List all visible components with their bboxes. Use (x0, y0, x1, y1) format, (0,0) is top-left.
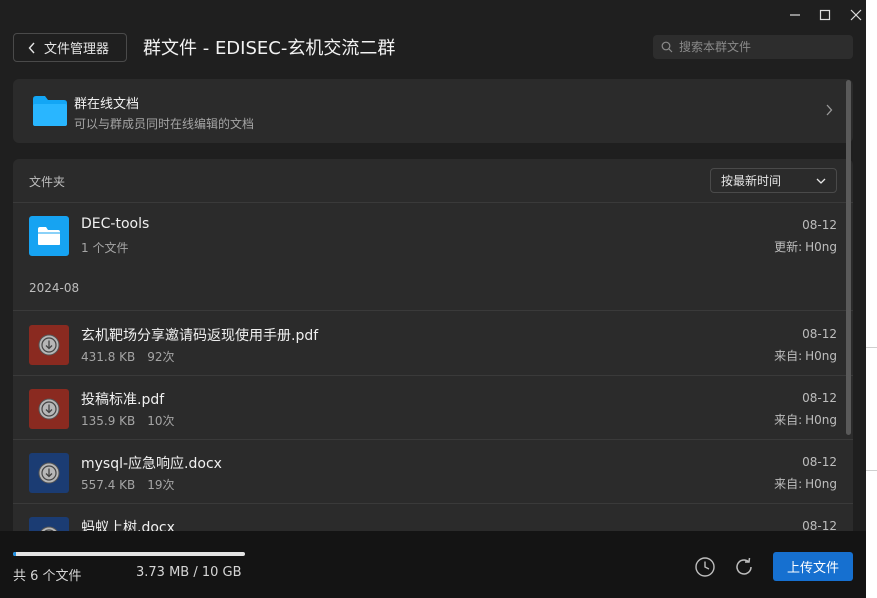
close-icon (850, 9, 862, 21)
search-input[interactable] (679, 40, 839, 54)
download-icon (38, 398, 60, 420)
folder-updated-by: 更新: H0ng (774, 238, 837, 255)
updated-label: 更新: (774, 240, 803, 254)
footer-bar: 共 6 个文件 3.73 MB / 10 GB 上传文件 (0, 531, 866, 598)
online-docs-card[interactable]: 群在线文档 可以与群成员同时在线编辑的文档 (13, 79, 853, 143)
page-title: 群文件 - EDISEC-玄机交流二群 (143, 38, 396, 59)
from-label: 来自: (774, 349, 803, 363)
folder-name: DEC-tools (81, 216, 150, 232)
background-window-edge (866, 0, 877, 598)
folder-icon (33, 96, 67, 126)
maximize-icon (819, 9, 831, 21)
folder-icon (29, 216, 69, 256)
clock-icon (695, 557, 715, 577)
file-name: 玄机靶场分享邀请码返现使用手册.pdf (81, 328, 319, 344)
scrollbar[interactable] (846, 80, 851, 435)
file-uploader: 来自: H0ng (774, 347, 837, 364)
file-date: 08-12 (802, 327, 837, 341)
docx-file-icon (29, 453, 69, 493)
file-row[interactable]: 玄机靶场分享邀请码返现使用手册.pdf 431.8 KB 92次 08-12 来自… (13, 311, 853, 375)
back-button-label: 文件管理器 (44, 42, 110, 57)
chevron-down-icon (816, 178, 826, 184)
back-to-file-manager-button[interactable]: 文件管理器 (13, 33, 127, 62)
file-size: 431.8 KB (81, 350, 136, 364)
download-icon (38, 462, 60, 484)
pdf-file-icon (29, 389, 69, 429)
sort-dropdown[interactable]: 按最新时间 (710, 168, 837, 193)
from-label: 来自: (774, 413, 803, 427)
file-uploader: 来自: H0ng (774, 475, 837, 492)
divider (866, 470, 877, 471)
group-date-header: 2024-08 (29, 281, 80, 295)
file-count: 共 6 个文件 (13, 569, 82, 584)
file-date: 08-12 (802, 519, 837, 531)
updated-by-name: H0ng (805, 240, 837, 254)
file-row[interactable]: 投稿标准.pdf 135.9 KB 10次 08-12 来自: H0ng (13, 375, 853, 439)
minimize-icon (790, 14, 800, 16)
file-date: 08-12 (802, 455, 837, 469)
divider (866, 347, 877, 348)
file-size: 557.4 KB (81, 478, 136, 492)
file-meta: 431.8 KB 92次 (81, 348, 175, 365)
online-docs-title: 群在线文档 (74, 97, 140, 112)
file-date: 08-12 (802, 391, 837, 405)
file-name: 投稿标准.pdf (81, 392, 165, 408)
folder-row[interactable]: DEC-tools 1 个文件 08-12 更新: H0ng (13, 202, 853, 266)
storage-usage: 3.73 MB / 10 GB (136, 565, 242, 580)
history-button[interactable] (694, 556, 716, 578)
online-docs-subtitle: 可以与群成员同时在线编辑的文档 (74, 117, 255, 131)
search-icon (661, 41, 673, 53)
file-name: 蚂蚁上树.docx (81, 520, 175, 531)
search-box[interactable] (653, 35, 853, 59)
uploader-name: H0ng (805, 413, 837, 427)
storage-progress-fill (13, 552, 17, 556)
close-button[interactable] (845, 5, 866, 25)
download-count: 10次 (147, 414, 175, 428)
uploader-name: H0ng (805, 349, 837, 363)
download-count: 92次 (147, 350, 175, 364)
download-count: 19次 (147, 478, 175, 492)
chevron-right-icon (826, 104, 833, 116)
folder-date: 08-12 (802, 218, 837, 232)
file-uploader: 来自: H0ng (774, 411, 837, 428)
file-row[interactable]: mysql-应急响应.docx 557.4 KB 19次 08-12 来自: H0n… (13, 439, 853, 503)
uploader-name: H0ng (805, 477, 837, 491)
folder-file-count: 1 个文件 (81, 241, 129, 255)
file-name: mysql-应急响应.docx (81, 456, 222, 472)
file-meta: 557.4 KB 19次 (81, 476, 175, 493)
storage-progress-bar (13, 552, 245, 556)
refresh-icon (736, 557, 752, 575)
file-row[interactable]: 蚂蚁上树.docx 08-12 (13, 503, 853, 531)
files-panel: 文件夹 按最新时间 DEC-tools 1 个文件 08-12 更新: H0ng … (13, 159, 853, 531)
refresh-button[interactable] (733, 556, 755, 578)
sort-dropdown-label: 按最新时间 (721, 174, 782, 188)
chevron-left-icon (28, 42, 35, 53)
from-label: 来自: (774, 477, 803, 491)
file-size: 135.9 KB (81, 414, 136, 428)
folder-section-header: 文件夹 (29, 175, 66, 189)
download-icon (38, 334, 60, 356)
pdf-file-icon (29, 325, 69, 365)
file-meta: 135.9 KB 10次 (81, 412, 175, 429)
docx-file-icon (29, 517, 69, 531)
minimize-button[interactable] (784, 5, 806, 25)
upload-file-button[interactable]: 上传文件 (773, 552, 853, 581)
group-files-window: 文件管理器 群文件 - EDISEC-玄机交流二群 群在线文档 可以与群成员同时… (0, 0, 866, 598)
maximize-button[interactable] (814, 5, 836, 25)
